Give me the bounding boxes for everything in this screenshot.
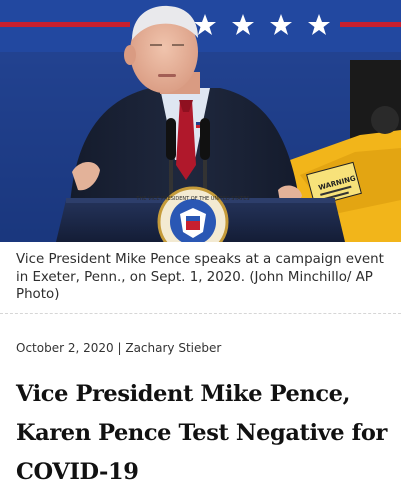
photo-caption: Vice President Mike Pence speaks at a ca…: [16, 252, 384, 302]
byline-separator: |: [117, 341, 122, 355]
author-link[interactable]: Zachary Stieber: [125, 341, 221, 355]
article-headline: Vice President Mike Pence, Karen Pence T…: [16, 381, 387, 485]
article-byline: October 2, 2020 | Zachary Stieber: [16, 340, 221, 356]
caption-divider: [0, 313, 401, 314]
seal-text: THE VICE PRESIDENT OF THE UNITED STATES: [135, 196, 249, 202]
lead-photo[interactable]: WARNING THE VICE PRESIDENT OF THE UNITED…: [0, 0, 401, 242]
publish-date: October 2, 2020: [16, 341, 114, 355]
article-page: WARNING THE VICE PRESIDENT OF THE UNITED…: [0, 0, 401, 500]
lead-photo-illustration: WARNING THE VICE PRESIDENT OF THE UNITED…: [0, 0, 401, 242]
